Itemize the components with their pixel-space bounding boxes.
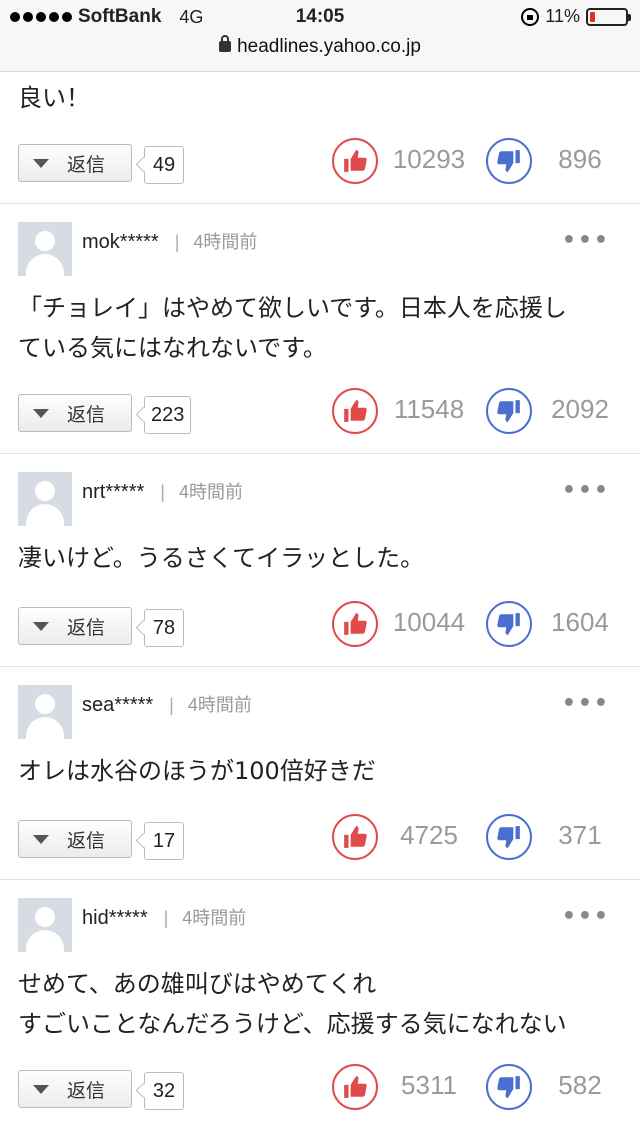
more-options-icon[interactable]: ••• — [562, 691, 610, 716]
thumbs-down-icon[interactable] — [486, 601, 532, 647]
comment-actions: 返信 49 10293 896 — [0, 138, 640, 194]
more-options-icon[interactable]: ••• — [562, 228, 610, 253]
comment-header: nrt***** | 4時間前 ••• — [18, 472, 622, 528]
reply-label: 返信 — [67, 1079, 106, 1102]
like-count: 4725 — [400, 820, 458, 850]
address-bar[interactable]: headlines.yahoo.co.jp — [0, 35, 640, 58]
thumbs-down-icon[interactable] — [486, 814, 532, 860]
avatar — [18, 222, 72, 276]
comment-text: せめて、あの雄叫びはやめてくれ すごいことなんだろうけど、応援する気になれない — [18, 964, 567, 1044]
chevron-down-icon — [33, 834, 49, 844]
comment-line: オレは水谷のほうが100倍好きだ — [18, 757, 376, 785]
thumbs-up-icon[interactable] — [332, 1064, 378, 1110]
reply-count: 49 — [144, 146, 184, 184]
reply-label: 返信 — [67, 153, 106, 176]
reply-count: 78 — [144, 609, 184, 647]
rotation-lock-icon — [521, 7, 540, 26]
thumbs-down-icon[interactable] — [486, 138, 532, 184]
like-count: 11548 — [393, 394, 465, 424]
reply-button[interactable]: 返信 — [18, 820, 132, 858]
url-text: headlines.yahoo.co.jp — [237, 36, 421, 57]
thumbs-up-icon[interactable] — [332, 138, 378, 184]
comment-text: 「チョレイ」はやめて欲しいです。日本人を応援し ている気にはなれないです。 — [18, 288, 567, 368]
comment-actions: 返信 17 4725 371 — [0, 814, 640, 870]
username: nrt***** — [82, 481, 145, 503]
comment-line: せめて、あの雄叫びはやめてくれ — [18, 970, 377, 998]
reply-label: 返信 — [67, 403, 106, 426]
battery-icon — [586, 7, 631, 26]
comment-line: 凄いけど。うるさくてイラッとした。 — [18, 544, 425, 572]
like-count: 10293 — [392, 144, 466, 174]
reply-count: 223 — [144, 396, 192, 434]
comment-header: mok***** | 4時間前 ••• — [18, 222, 622, 278]
reply-button[interactable]: 返信 — [18, 144, 132, 182]
avatar — [18, 685, 72, 739]
username: sea***** — [82, 694, 154, 716]
username: hid***** — [82, 907, 148, 929]
thumbs-up-icon[interactable] — [332, 814, 378, 860]
chevron-down-icon — [33, 1084, 49, 1094]
comment-text: 良い！ — [18, 84, 90, 112]
like-count: 10044 — [392, 607, 466, 637]
post-time: 4時間前 — [182, 908, 247, 928]
more-options-icon[interactable]: ••• — [562, 478, 610, 503]
comment-actions: 返信 78 10044 1604 — [0, 601, 640, 657]
thumbs-down-icon[interactable] — [486, 388, 532, 434]
comment-header: hid***** | 4時間前 ••• — [18, 898, 622, 954]
post-time: 4時間前 — [178, 482, 243, 502]
thumbs-up-icon[interactable] — [332, 388, 378, 434]
dislike-count: 582 — [558, 1070, 602, 1100]
chevron-down-icon — [33, 158, 49, 168]
avatar — [18, 472, 72, 526]
comment-item: 良い！ 返信 49 10293 896 — [0, 72, 640, 204]
username: mok***** — [82, 231, 159, 253]
comment-actions: 返信 32 5311 582 — [0, 1064, 640, 1120]
more-options-icon[interactable]: ••• — [562, 904, 610, 929]
browser-status-bar: SoftBank 4G 14:05 11% headlines.yahoo.co… — [0, 0, 640, 72]
comment-text: オレは水谷のほうが100倍好きだ — [18, 751, 376, 791]
comment-item: hid***** | 4時間前 ••• せめて、あの雄叫びはやめてくれ すごいことな… — [0, 880, 640, 1138]
reply-button[interactable]: 返信 — [18, 1070, 132, 1108]
comment-actions: 返信 223 11548 2092 — [0, 388, 640, 444]
comment-header: sea***** | 4時間前 ••• — [18, 685, 622, 741]
dislike-count: 1604 — [551, 607, 609, 637]
reply-count: 17 — [144, 822, 184, 860]
post-time: 4時間前 — [193, 232, 258, 252]
comment-item: nrt***** | 4時間前 ••• 凄いけど。うるさくてイラッとした。 返信 7… — [0, 454, 640, 667]
avatar — [18, 898, 72, 952]
comment-line: すごいことなんだろうけど、応援する気になれない — [18, 1010, 567, 1038]
comment-item: sea***** | 4時間前 ••• オレは水谷のほうが100倍好きだ 返信 17… — [0, 667, 640, 880]
comment-line: 「チョレイ」はやめて欲しいです。日本人を応援し — [18, 294, 567, 322]
reply-label: 返信 — [67, 829, 106, 852]
comment-text: 凄いけど。うるさくてイラッとした。 — [18, 538, 424, 578]
thumbs-down-icon[interactable] — [486, 1064, 532, 1110]
reply-button[interactable]: 返信 — [18, 394, 132, 432]
like-count: 5311 — [401, 1070, 457, 1100]
dislike-count: 2092 — [551, 394, 609, 424]
reply-label: 返信 — [67, 616, 106, 639]
dislike-count: 371 — [558, 820, 602, 850]
reply-button[interactable]: 返信 — [18, 607, 132, 645]
chevron-down-icon — [33, 621, 49, 631]
post-time: 4時間前 — [187, 695, 252, 715]
lock-icon — [219, 35, 232, 53]
dislike-count: 896 — [558, 144, 602, 174]
chevron-down-icon — [33, 408, 49, 418]
thumbs-up-icon[interactable] — [332, 601, 378, 647]
battery-percent: 11% — [545, 6, 580, 26]
comment-line: ている気にはなれないです。 — [18, 334, 327, 362]
comment-item: mok***** | 4時間前 ••• 「チョレイ」はやめて欲しいです。日本人を応援… — [0, 204, 640, 454]
reply-count: 32 — [144, 1072, 184, 1110]
